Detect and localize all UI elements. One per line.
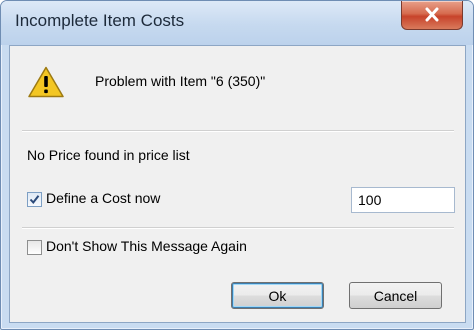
dialog-body: Problem with Item "6 (350)" No Price fou…: [9, 45, 466, 323]
divider: [22, 227, 454, 229]
cost-input[interactable]: [351, 187, 455, 213]
title-bar[interactable]: Incomplete Item Costs: [1, 1, 473, 45]
dialog-window: Incomplete Item Costs Problem with Item …: [0, 0, 474, 330]
detail-message: No Price found in price list: [27, 147, 190, 163]
dont-show-checkbox[interactable]: [27, 240, 42, 255]
close-icon: [425, 7, 439, 22]
window-title: Incomplete Item Costs: [15, 11, 185, 30]
problem-message: Problem with Item "6 (350)": [95, 73, 266, 89]
checkmark-icon: [29, 195, 40, 205]
ok-button[interactable]: Ok: [231, 282, 324, 309]
close-button[interactable]: [401, 1, 463, 30]
define-cost-label[interactable]: Define a Cost now: [46, 190, 160, 206]
warning-icon: [28, 66, 64, 98]
divider: [22, 130, 454, 132]
cancel-button[interactable]: Cancel: [349, 282, 442, 309]
dont-show-label[interactable]: Don't Show This Message Again: [46, 238, 247, 254]
define-cost-checkbox[interactable]: [27, 192, 42, 207]
